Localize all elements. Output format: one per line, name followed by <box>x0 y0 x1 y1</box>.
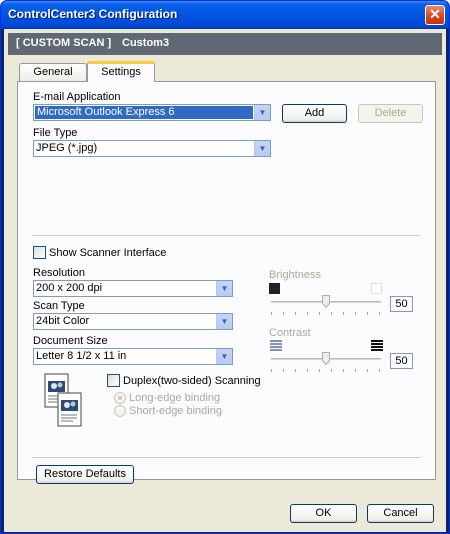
light-square-icon <box>371 283 382 294</box>
short-edge-label: Short-edge binding <box>129 405 222 417</box>
title-bar[interactable]: ControlCenter3 Configuration ✕ <box>1 1 449 29</box>
chevron-down-icon: ▼ <box>216 349 232 364</box>
restore-defaults-label: Restore Defaults <box>44 468 126 480</box>
close-icon: ✕ <box>429 6 441 22</box>
close-button[interactable]: ✕ <box>425 5 445 25</box>
tab-settings[interactable]: Settings <box>87 61 155 82</box>
tab-general[interactable]: General <box>19 63 87 81</box>
brightness-slider-thumb[interactable] <box>322 295 330 308</box>
restore-defaults-button[interactable]: Restore Defaults <box>36 465 134 484</box>
cancel-button-label: Cancel <box>383 507 418 519</box>
settings-panel: E-mail Application Microsoft Outlook Exp… <box>17 81 436 484</box>
chevron-down-icon: ▼ <box>216 314 232 329</box>
chevron-down-icon: ▼ <box>254 141 270 156</box>
tab-settings-label: Settings <box>101 66 141 78</box>
high-contrast-icon <box>371 340 383 351</box>
long-edge-radio[interactable] <box>114 392 126 404</box>
dialog-client-area: [ CUSTOM SCAN ] Custom3 General Settings… <box>4 29 446 532</box>
email-app-label: E-mail Application <box>33 91 121 103</box>
contrast-value[interactable]: 50 <box>390 353 413 369</box>
header-band: [ CUSTOM SCAN ] Custom3 <box>8 33 442 55</box>
file-type-select[interactable]: JPEG (*.jpg) ▼ <box>33 140 271 157</box>
ok-button-label: OK <box>315 507 332 519</box>
contrast-slider-thumb[interactable] <box>322 352 330 365</box>
chevron-down-icon: ▼ <box>254 105 270 120</box>
brightness-value[interactable]: 50 <box>390 296 413 312</box>
delete-button-label: Delete <box>374 107 407 119</box>
ok-button[interactable]: OK <box>290 504 357 523</box>
email-app-select[interactable]: Microsoft Outlook Express 6 ▼ <box>33 104 271 121</box>
add-button[interactable]: Add <box>282 104 347 123</box>
scan-type-value: 24bit Color <box>36 315 90 327</box>
divider <box>32 235 421 237</box>
brightness-label: Brightness <box>269 269 321 281</box>
duplex-label: Duplex(two-sided) Scanning <box>123 375 261 387</box>
scan-type-select[interactable]: 24bit Color ▼ <box>33 313 233 330</box>
document-size-value: Letter 8 1/2 x 11 in <box>36 350 127 362</box>
duplex-pages-icon <box>44 373 82 427</box>
show-scanner-checkbox[interactable] <box>33 246 46 259</box>
dialog-window: ControlCenter3 Configuration ✕ [ CUSTOM … <box>0 0 450 534</box>
header-section-label: [ CUSTOM SCAN ] <box>16 37 112 49</box>
low-contrast-icon <box>270 340 282 351</box>
header-config-name: Custom3 <box>122 37 170 49</box>
document-size-label: Document Size <box>33 335 108 347</box>
contrast-label: Contrast <box>269 327 311 339</box>
tab-general-label: General <box>33 66 73 78</box>
delete-button[interactable]: Delete <box>358 104 423 123</box>
cancel-button[interactable]: Cancel <box>367 504 434 523</box>
add-button-label: Add <box>304 107 325 119</box>
window-title: ControlCenter3 Configuration <box>8 7 178 21</box>
show-scanner-label: Show Scanner Interface <box>49 247 167 259</box>
email-app-value: Microsoft Outlook Express 6 <box>35 106 253 119</box>
contrast-ticks <box>271 369 381 373</box>
resolution-value: 200 x 200 dpi <box>36 282 103 294</box>
short-edge-radio[interactable] <box>114 405 126 417</box>
scan-type-label: Scan Type <box>33 300 85 312</box>
divider <box>32 457 421 459</box>
file-type-label: File Type <box>33 127 78 139</box>
document-size-select[interactable]: Letter 8 1/2 x 11 in ▼ <box>33 348 233 365</box>
long-edge-label: Long-edge binding <box>129 392 221 404</box>
dark-square-icon <box>269 283 280 294</box>
duplex-checkbox[interactable] <box>107 374 120 387</box>
brightness-ticks <box>271 312 381 316</box>
resolution-label: Resolution <box>33 267 85 279</box>
file-type-value: JPEG (*.jpg) <box>36 142 98 154</box>
resolution-select[interactable]: 200 x 200 dpi ▼ <box>33 280 233 297</box>
chevron-down-icon: ▼ <box>216 281 232 296</box>
